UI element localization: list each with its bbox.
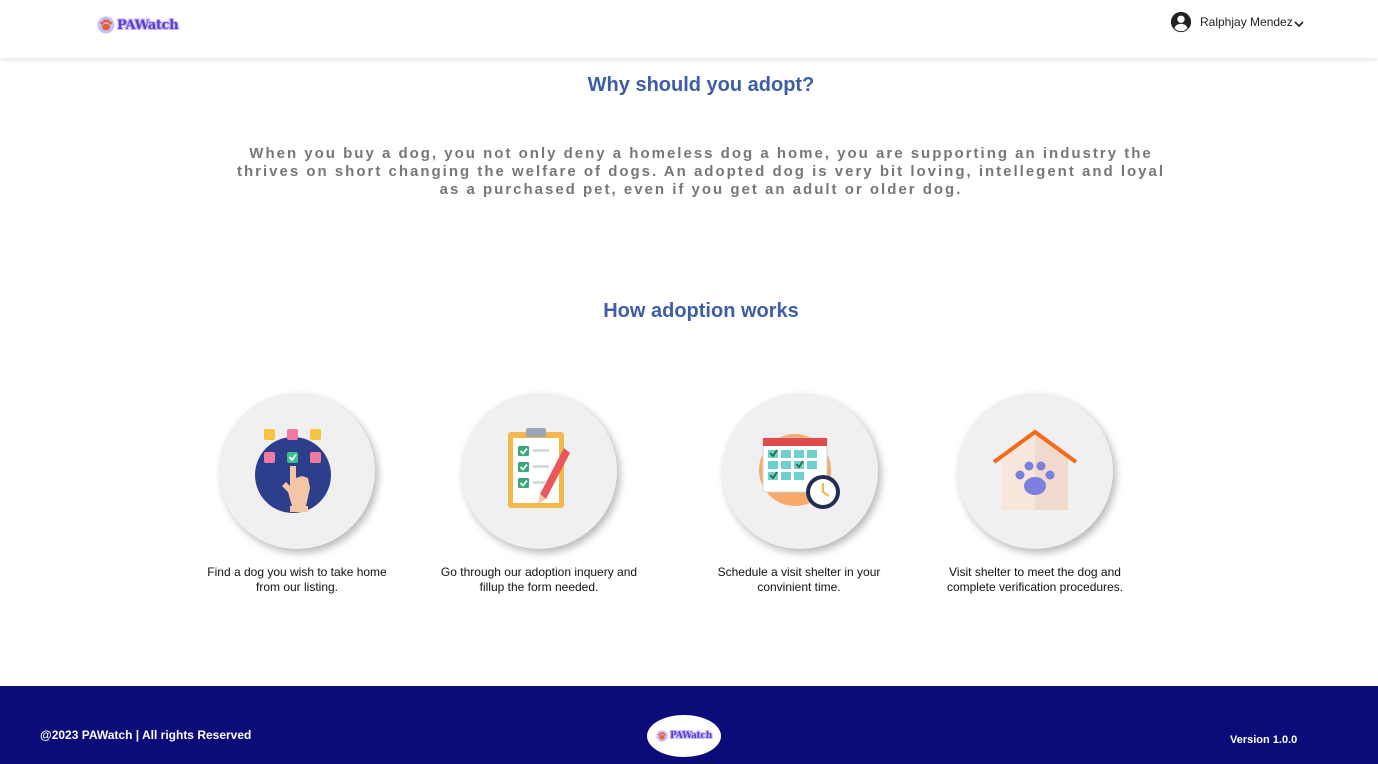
paw-logo-icon <box>656 730 668 742</box>
version-text: Version 1.0.0 <box>1230 734 1298 746</box>
paw-logo-icon <box>97 16 115 34</box>
calendar-clock-icon <box>759 434 840 509</box>
shelter-paw-icon <box>992 429 1078 510</box>
pawatch-logo[interactable]: PAWatch <box>97 14 181 36</box>
step-description: Find a dog you wish to take home from ou… <box>207 565 387 594</box>
tap-select-icon <box>255 429 331 513</box>
checklist-form-icon <box>508 428 570 508</box>
step-circle <box>461 393 617 549</box>
footer-brand-name: PAWatch <box>670 731 712 741</box>
step-description: Go through our adoption inquery and fill… <box>440 565 638 594</box>
how-adoption-works-title: How adoption works <box>603 300 799 322</box>
account-circle-icon <box>1170 11 1192 33</box>
step-description: Schedule a visit shelter in your convini… <box>717 565 881 594</box>
step-circle <box>722 393 878 549</box>
why-adopt-title: Why should you adopt? <box>587 74 815 96</box>
top-navbar: PAWatch Ralphjay Mendez <box>0 0 1378 58</box>
step-circle <box>219 393 375 549</box>
footer-logo[interactable]: PAWatch <box>647 715 721 757</box>
chevron-down-icon <box>1294 20 1304 27</box>
step-description: Visit shelter to meet the dog and comple… <box>946 565 1124 594</box>
brand-name: PAWatch <box>117 17 179 33</box>
copyright-text: @2023 PAWatch | All rights Reserved <box>40 728 252 742</box>
page-footer: @2023 PAWatch | All rights Reserved PAWa… <box>0 686 1378 764</box>
step-circle <box>957 393 1113 549</box>
user-name: Ralphjay Mendez <box>1200 15 1293 29</box>
why-adopt-text: When you buy a dog, you not only deny a … <box>236 145 1166 198</box>
user-menu[interactable]: Ralphjay Mendez <box>1170 10 1304 34</box>
